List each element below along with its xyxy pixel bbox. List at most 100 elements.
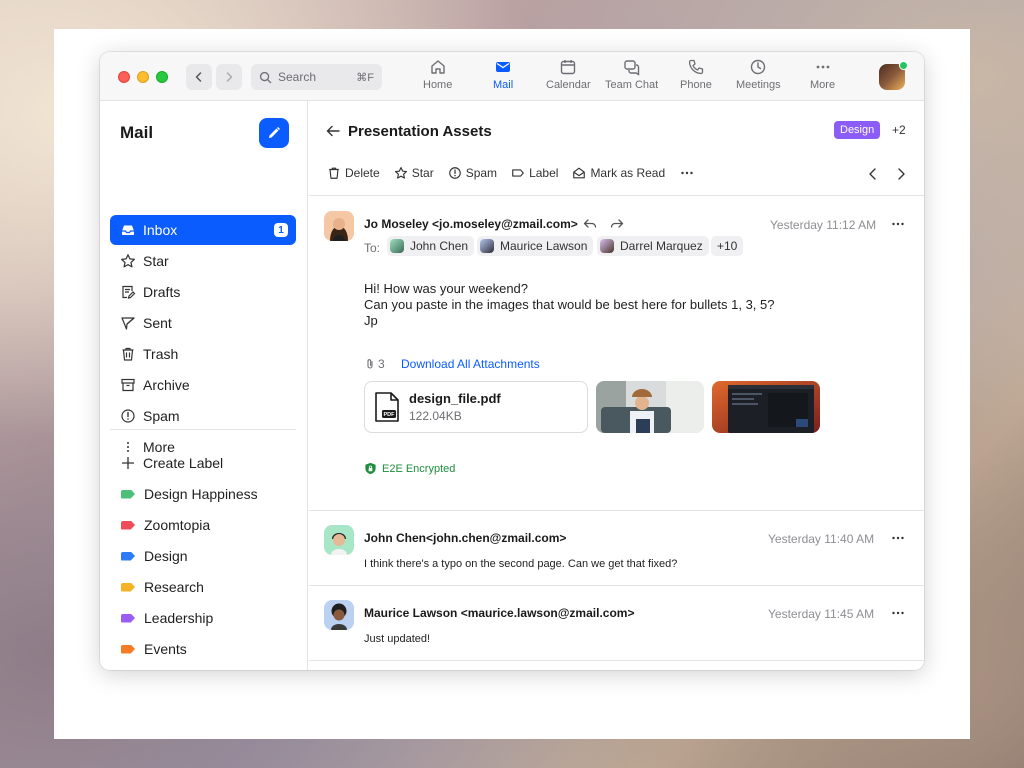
- message-more-icon[interactable]: [890, 605, 906, 621]
- image-attachment-thumbnail[interactable]: [712, 381, 820, 433]
- sidebar-item-label: Star: [143, 253, 169, 269]
- download-all-link[interactable]: Download All Attachments: [401, 357, 540, 371]
- more-labels-count[interactable]: +2: [892, 123, 906, 137]
- forward-button[interactable]: [216, 64, 242, 90]
- sidebar-item-sent[interactable]: Sent: [110, 308, 296, 338]
- message-more-icon[interactable]: [890, 530, 906, 546]
- maximize-window-button[interactable]: [156, 71, 168, 83]
- sidebar-label-text: Leadership: [144, 610, 214, 626]
- star-icon: [121, 254, 135, 268]
- back-button[interactable]: [186, 64, 212, 90]
- thread-subject: Presentation Assets: [348, 123, 492, 140]
- star-icon: [394, 167, 407, 179]
- chat-icon: [623, 60, 639, 76]
- star-label: Star: [411, 166, 434, 180]
- message-pane: Presentation Assets Design +2 Delete Sta…: [309, 101, 924, 670]
- delete-button[interactable]: Delete: [327, 166, 380, 180]
- sidebar-item-archive[interactable]: Archive: [110, 370, 296, 400]
- body-line: Jp: [364, 313, 378, 328]
- inbox-icon: [122, 225, 134, 235]
- sidebar-divider: [110, 429, 296, 430]
- avatar[interactable]: [324, 600, 354, 630]
- avatar[interactable]: [324, 525, 354, 555]
- pdf-badge-text: PDF: [384, 412, 396, 418]
- message-time: Yesterday 11:12 AM: [770, 218, 877, 232]
- mark-as-read-label: Mark as Read: [590, 166, 666, 180]
- forward-icon[interactable]: [609, 216, 625, 232]
- attachment-file-name: design_file.pdf: [409, 391, 501, 406]
- tab-meetings[interactable]: Meetings: [736, 58, 781, 98]
- sidebar-item-star[interactable]: Star: [110, 246, 296, 276]
- label-tag-icon: [121, 489, 135, 499]
- sidebar-item-label: Archive: [143, 377, 190, 393]
- search-shortcut: ⌘F: [356, 71, 374, 84]
- screenshot-thumbnail-image: [712, 381, 820, 433]
- profile-avatar[interactable]: [879, 61, 908, 90]
- sidebar-label-design[interactable]: Design: [110, 541, 296, 571]
- minimize-window-button[interactable]: [137, 71, 149, 83]
- tab-team-chat[interactable]: Team Chat: [605, 58, 658, 98]
- toolbar-divider: [309, 195, 924, 196]
- sidebar-label-events[interactable]: Events: [110, 634, 296, 664]
- label-button[interactable]: Label: [511, 166, 558, 180]
- more-icon[interactable]: [679, 165, 695, 181]
- tab-calendar[interactable]: Calendar: [546, 58, 591, 98]
- search-input[interactable]: Search ⌘F: [251, 64, 382, 90]
- attachment-file-card[interactable]: PDF design_file.pdf 122.04KB: [364, 381, 588, 433]
- tab-home[interactable]: Home: [423, 58, 452, 98]
- spam-label: Spam: [465, 166, 498, 180]
- archive-icon: [121, 378, 135, 392]
- spam-button[interactable]: Spam: [448, 166, 497, 180]
- mark-as-read-button[interactable]: Mark as Read: [572, 166, 665, 180]
- tab-phone[interactable]: Phone: [680, 58, 712, 98]
- message-time: Yesterday 11:45 AM: [768, 607, 875, 621]
- create-label-button[interactable]: Create Label: [110, 448, 296, 478]
- message-more-icon[interactable]: [890, 216, 906, 232]
- spam-icon: [121, 409, 135, 423]
- delete-label: Delete: [345, 166, 380, 180]
- sidebar-label-leadership[interactable]: Leadership: [110, 603, 296, 633]
- tab-mail[interactable]: Mail: [493, 58, 513, 98]
- sidebar-label-research[interactable]: Research: [110, 572, 296, 602]
- home-icon: [430, 60, 445, 74]
- calendar-icon: [561, 60, 576, 75]
- sidebar-item-spam[interactable]: Spam: [110, 401, 296, 431]
- message-snippet: Just updated!: [364, 633, 431, 645]
- recipient-chip[interactable]: John Chen: [387, 236, 475, 256]
- sidebar-item-label: Trash: [143, 346, 179, 362]
- next-thread-icon[interactable]: [894, 167, 908, 181]
- image-attachment-thumbnail[interactable]: [596, 381, 704, 433]
- title-bar: Search ⌘F Home Mail Calendar Team Chat P…: [100, 52, 924, 101]
- label-tag-icon: [121, 582, 135, 592]
- create-label-text: Create Label: [143, 455, 224, 471]
- sidebar-item-drafts[interactable]: Drafts: [110, 277, 296, 307]
- sent-icon: [121, 317, 135, 330]
- more-recipients-chip[interactable]: +10: [711, 236, 744, 256]
- tab-more[interactable]: More: [810, 58, 835, 98]
- sidebar-title: Mail: [120, 123, 154, 142]
- label-label: Label: [529, 166, 559, 180]
- sidebar-label-zoomtopia[interactable]: Zoomtopia: [110, 510, 296, 540]
- recipient-chip[interactable]: Darrel Marquez: [597, 236, 709, 256]
- reply-icon[interactable]: [582, 216, 598, 232]
- tab-meetings-label: Meetings: [736, 79, 781, 91]
- close-window-button[interactable]: [118, 71, 130, 83]
- star-button[interactable]: Star: [394, 166, 434, 180]
- avatar[interactable]: [324, 211, 354, 241]
- sidebar-item-label: Drafts: [143, 284, 181, 300]
- pencil-icon: [269, 127, 280, 138]
- sidebar-label-text: Design Happiness: [144, 486, 258, 502]
- previous-thread-icon[interactable]: [866, 167, 880, 181]
- sidebar-item-trash[interactable]: Trash: [110, 339, 296, 369]
- recipient-chip[interactable]: Maurice Lawson: [477, 236, 594, 256]
- sidebar-item-inbox[interactable]: Inbox 1: [110, 215, 296, 245]
- message-divider: [309, 585, 924, 586]
- trash-icon: [329, 167, 339, 179]
- chevron-left-icon: [195, 72, 202, 82]
- sidebar-label-design-happiness[interactable]: Design Happiness: [110, 479, 296, 509]
- plus-icon: [122, 457, 134, 469]
- mail-icon: [496, 62, 511, 72]
- back-arrow-icon[interactable]: [325, 123, 341, 139]
- label-pill-design[interactable]: Design: [834, 121, 881, 139]
- compose-button[interactable]: [259, 118, 289, 148]
